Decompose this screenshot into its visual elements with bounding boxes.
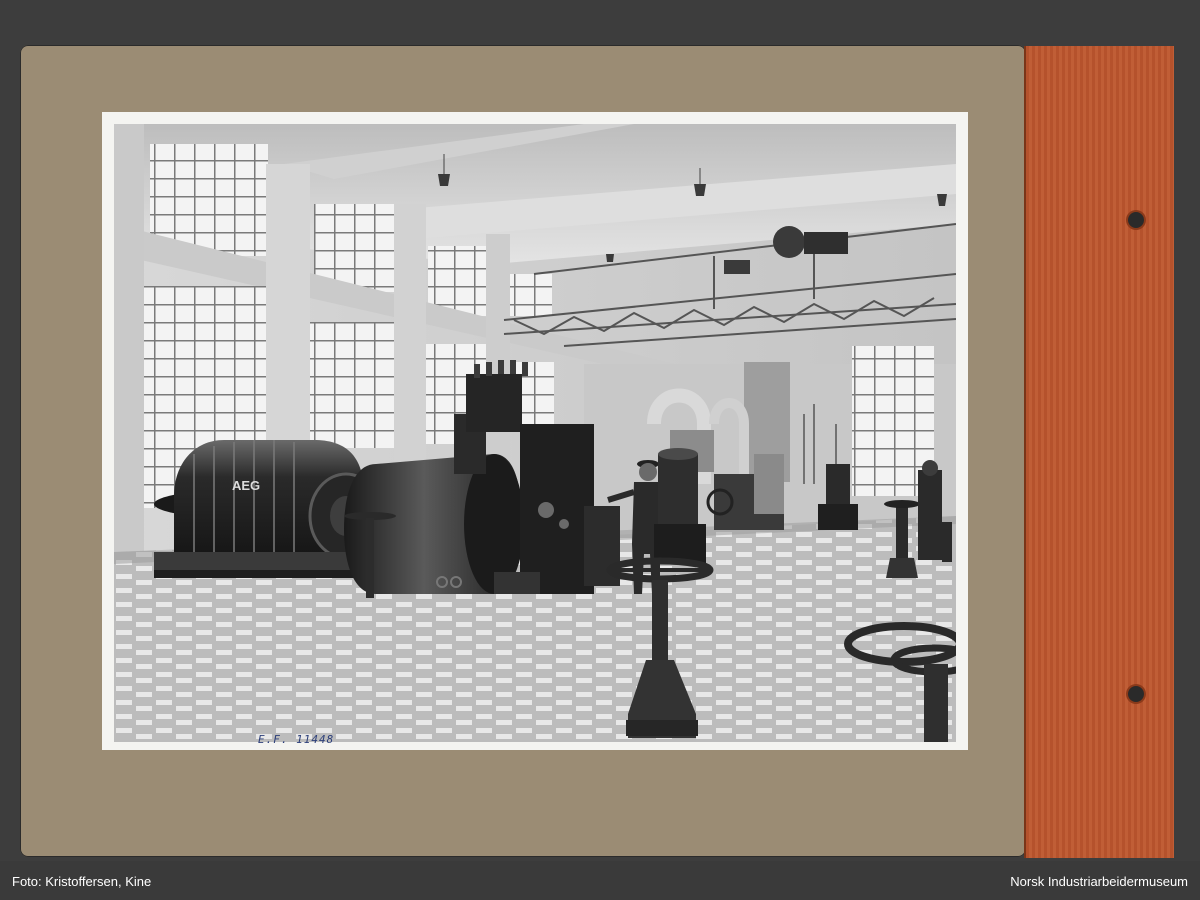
machine-hall-photo: AEG: [114, 124, 956, 742]
catalog-number: E.F. 11448: [258, 733, 335, 746]
binding-hole-top: [1128, 212, 1144, 228]
album-spine: [1024, 46, 1174, 858]
caption-bar: Foto: Kristoffersen, Kine Norsk Industri…: [0, 861, 1200, 900]
museum-name: Norsk Industriarbeidermuseum: [1010, 874, 1188, 889]
photo-print: AEG: [102, 112, 968, 750]
generator-marking: AEG: [232, 478, 260, 493]
binding-hole-bottom: [1128, 686, 1144, 702]
photo-credit: Foto: Kristoffersen, Kine: [12, 874, 152, 889]
